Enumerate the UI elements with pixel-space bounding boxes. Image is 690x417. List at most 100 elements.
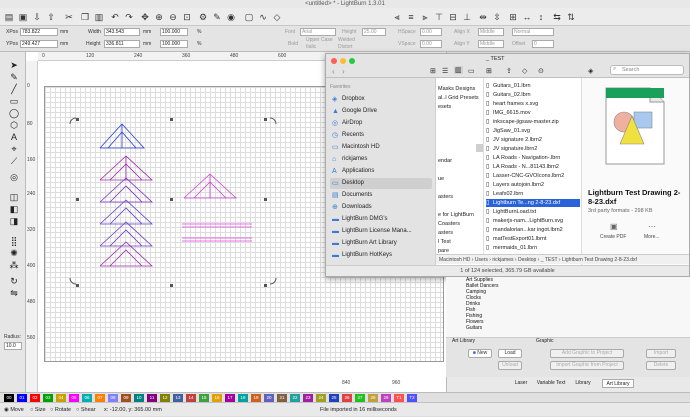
redo-icon[interactable]: ↷	[124, 12, 134, 22]
finder-window[interactable]: _ TEST ‹ › ⊞ ☰ ▥ ▭ ⊞ ⇪ ◇ ⊙ ◈ Search ⌕ Fa…	[325, 53, 690, 277]
icon-view-icon[interactable]: ⊞	[430, 67, 436, 75]
palette-swatch[interactable]: 26	[342, 394, 352, 402]
zoom-in-icon[interactable]: ⊕	[154, 12, 164, 22]
list-item[interactable]: ▯ Layers autojoin.lbrn2	[486, 181, 580, 189]
zoom-fit-icon[interactable]: ⊡	[182, 12, 192, 22]
list-item[interactable]: ue	[438, 176, 444, 182]
flip-v-icon[interactable]: ⇅	[566, 12, 576, 22]
save-icon[interactable]: ▣	[18, 12, 28, 22]
list-item[interactable]: Masks Designs	[438, 86, 475, 92]
dropbox-toolbar-icon[interactable]: ◈	[588, 67, 593, 75]
load-library-button[interactable]: Load	[498, 349, 522, 358]
list-item[interactable]: e for LightBurn	[438, 212, 474, 218]
align-middle-icon[interactable]: ⊟	[448, 12, 458, 22]
sidebar-item-downloads[interactable]: ⊕ Downloads	[330, 202, 432, 213]
align-bottom-icon[interactable]: ⊥	[462, 12, 472, 22]
sidebar-item-applications[interactable]: A Applications	[330, 166, 432, 177]
palette-swatch[interactable]: 03	[43, 394, 53, 402]
new-library-button[interactable]: ■ New	[468, 349, 492, 358]
edit-nodes-icon[interactable]: ✎	[8, 72, 20, 82]
xpos-input[interactable]: 783.822	[20, 28, 58, 36]
vspace-input[interactable]: 0.00	[420, 40, 442, 48]
path-segment[interactable]: rickjames	[492, 257, 513, 263]
list-item[interactable]: ▯ heart frames x.svg	[486, 100, 580, 108]
pan-icon[interactable]: ✥	[140, 12, 150, 22]
list-item[interactable]: l Test	[438, 239, 451, 245]
palette-swatch[interactable]: 10	[134, 394, 144, 402]
paste-icon[interactable]: ▥	[94, 12, 104, 22]
list-item[interactable]: ▯ Guitars_01.lbrn	[486, 82, 580, 90]
offset-tool-icon[interactable]: ◎	[8, 172, 20, 182]
select-tool-icon[interactable]: ➤	[8, 60, 20, 70]
list-item[interactable]: esets	[438, 104, 451, 110]
text-height-input[interactable]: 25.00	[362, 28, 386, 36]
align-top-icon[interactable]: ⊤	[434, 12, 444, 22]
list-item[interactable]: ▯ LightBurnLoad.txt	[486, 208, 580, 216]
list-item[interactable]: ▯ matTestExport01.lbrnt	[486, 235, 580, 243]
list-item[interactable]: ▯ IMG_6615.mov	[486, 109, 580, 117]
list-item[interactable]: ▯ LA Roads - N...81143.lbrn2	[486, 163, 580, 171]
position-laser-icon[interactable]: ⌖	[8, 144, 20, 154]
boolean-union-icon[interactable]: ◫	[8, 192, 20, 202]
cut-icon[interactable]: ✂	[64, 12, 74, 22]
list-item[interactable]: ▯ Guitars_02.lbrn	[486, 91, 580, 99]
list-item[interactable]: ▯ Leafs02.lbrn	[486, 190, 580, 198]
tag-icon[interactable]: ◇	[522, 67, 527, 75]
palette-swatch[interactable]: 11	[147, 394, 157, 402]
create-pdf-icon[interactable]: ▣	[610, 222, 618, 231]
palette-swatch[interactable]: 09	[121, 394, 131, 402]
column-view-icon[interactable]: ▥	[454, 66, 463, 74]
list-item[interactable]: ▯ LA Roads - Navigation-.lbrn	[486, 154, 580, 162]
palette-swatch[interactable]: 23	[303, 394, 313, 402]
list-item[interactable]: endar	[438, 158, 452, 164]
camera-icon[interactable]: ◉	[226, 12, 236, 22]
align-left-icon[interactable]: ⫷	[392, 12, 402, 22]
palette-swatch[interactable]: 25	[329, 394, 339, 402]
polygon-tool-icon[interactable]: ⬡	[8, 120, 20, 130]
move-radio[interactable]: ◉ Move	[4, 403, 24, 417]
node-icon[interactable]: ◇	[272, 12, 282, 22]
list-item[interactable]: Coasters	[438, 221, 460, 227]
path-segment[interactable]: Lightburn Test Drawing 2-8-23.dxf	[562, 257, 637, 263]
palette-swatch[interactable]: 14	[186, 394, 196, 402]
sidebar-item-art-library[interactable]: ▬ LightBurn Art Library	[330, 238, 432, 249]
bold-label[interactable]: Bold	[288, 41, 298, 47]
sidebar-item-google-drive[interactable]: ▲ Google Drive	[330, 106, 432, 117]
boolean-intersect-icon[interactable]: ◨	[8, 216, 20, 226]
measure-tool-icon[interactable]: ⟋	[8, 156, 20, 166]
share-icon[interactable]: ⇪	[506, 67, 512, 75]
align-x-select[interactable]: Middle	[478, 28, 504, 36]
shear-radio[interactable]: ○ Shear	[76, 403, 96, 417]
list-item[interactable]: ▯ mermaids_01.lbrn	[486, 244, 580, 252]
palette-swatch[interactable]: 21	[277, 394, 287, 402]
palette-swatch[interactable]: 00	[4, 394, 14, 402]
upper-case-label[interactable]: Upper Case	[306, 37, 333, 43]
zoom-icon[interactable]	[349, 58, 355, 64]
path-segment[interactable]: Desktop	[518, 257, 536, 263]
hspace-input[interactable]: 0.00	[420, 28, 442, 36]
offset-input[interactable]: 0	[532, 40, 554, 48]
list-item[interactable]: ▯ mandalorian...kar ingot.lbrn2	[486, 226, 580, 234]
distribute-h-icon[interactable]: ⇹	[478, 12, 488, 22]
palette-swatch[interactable]: 24	[316, 394, 326, 402]
same-height-icon[interactable]: ↕	[536, 12, 546, 22]
width-input[interactable]: 343.543	[104, 28, 140, 36]
welded-label[interactable]: Welded	[338, 37, 355, 43]
palette-swatch[interactable]: 29	[381, 394, 391, 402]
path-segment[interactable]: Users	[475, 257, 488, 263]
frame-icon[interactable]: ▢	[244, 12, 254, 22]
palette-swatch[interactable]: 16	[212, 394, 222, 402]
break-apart-icon[interactable]: ⁂	[8, 260, 20, 270]
tab-variable-text[interactable]: Variable Text	[534, 379, 568, 388]
undo-icon[interactable]: ↶	[110, 12, 120, 22]
rectangle-tool-icon[interactable]: ▭	[8, 96, 20, 106]
more-label[interactable]: More...	[644, 234, 660, 240]
add-graphic-button[interactable]: Add Graphic to Project	[550, 349, 624, 358]
mirror-tool-icon[interactable]: ⇋	[8, 288, 20, 298]
minimize-icon[interactable]	[340, 58, 346, 64]
sidebar-item-documents[interactable]: ▤ Documents	[330, 190, 432, 201]
palette-swatch[interactable]: 04	[56, 394, 66, 402]
text-tool-icon[interactable]: A	[8, 132, 20, 142]
tab-library[interactable]: Library	[570, 379, 596, 388]
rotate-radio[interactable]: ○ Rotate	[50, 403, 71, 417]
